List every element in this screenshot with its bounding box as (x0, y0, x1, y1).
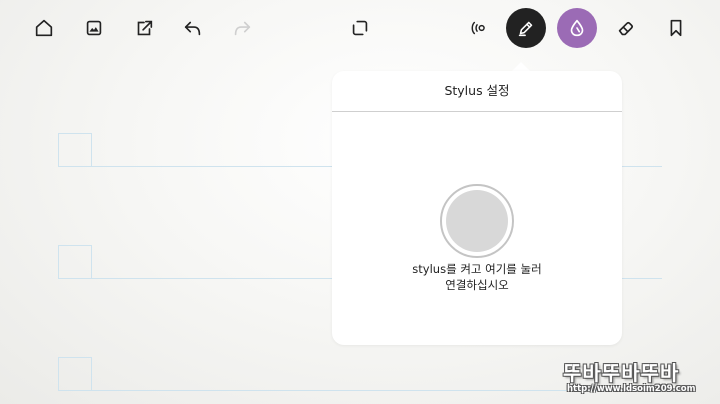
page-margin-box (58, 357, 92, 391)
stylus-connect-icon (471, 21, 485, 35)
page-margin-box (58, 133, 92, 167)
stylus-instruction: stylus를 켜고 여기를 눌러 연결하십시오 (332, 261, 622, 293)
pen-tool-button[interactable] (506, 8, 546, 48)
image-icon (86, 20, 102, 36)
eraser-icon (618, 21, 634, 36)
toolbar (0, 0, 720, 56)
select-button[interactable] (344, 12, 376, 44)
popover-title: Stylus 설정 (444, 83, 510, 98)
share-icon (137, 20, 153, 36)
undo-icon (184, 21, 201, 36)
color-picker-button[interactable] (557, 8, 597, 48)
watermark-logo: 뚜바뚜바뚜바 (563, 361, 680, 385)
pen-icon (518, 21, 533, 37)
bookmark-button[interactable] (660, 12, 692, 44)
page-margin-box (58, 245, 92, 279)
watermark-url: http://www.ldsoim209.com (567, 384, 696, 394)
instruction-line-2: 연결하십시오 (445, 278, 509, 292)
home-button[interactable] (28, 12, 60, 44)
redo-icon (234, 21, 251, 36)
stylus-connect-button[interactable] (462, 12, 494, 44)
stylus-connect-target[interactable] (440, 184, 514, 258)
bookmark-icon (670, 19, 682, 37)
home-icon (35, 19, 53, 37)
crop-select-icon (352, 20, 368, 36)
insert-image-button[interactable] (78, 12, 110, 44)
popover-divider (332, 111, 622, 112)
redo-button[interactable] (226, 12, 258, 44)
color-drop-icon (570, 19, 584, 37)
watermark: 뚜바뚜바뚜바 http://www.ldsoim209.com (563, 357, 713, 399)
undo-button[interactable] (177, 12, 209, 44)
stylus-connect-dot (446, 190, 508, 252)
stylus-settings-popover: Stylus 설정 stylus를 켜고 여기를 눌러 연결하십시오 (332, 71, 622, 345)
instruction-line-1: stylus를 켜고 여기를 눌러 (412, 262, 542, 276)
share-button[interactable] (128, 12, 160, 44)
eraser-button[interactable] (610, 12, 642, 44)
